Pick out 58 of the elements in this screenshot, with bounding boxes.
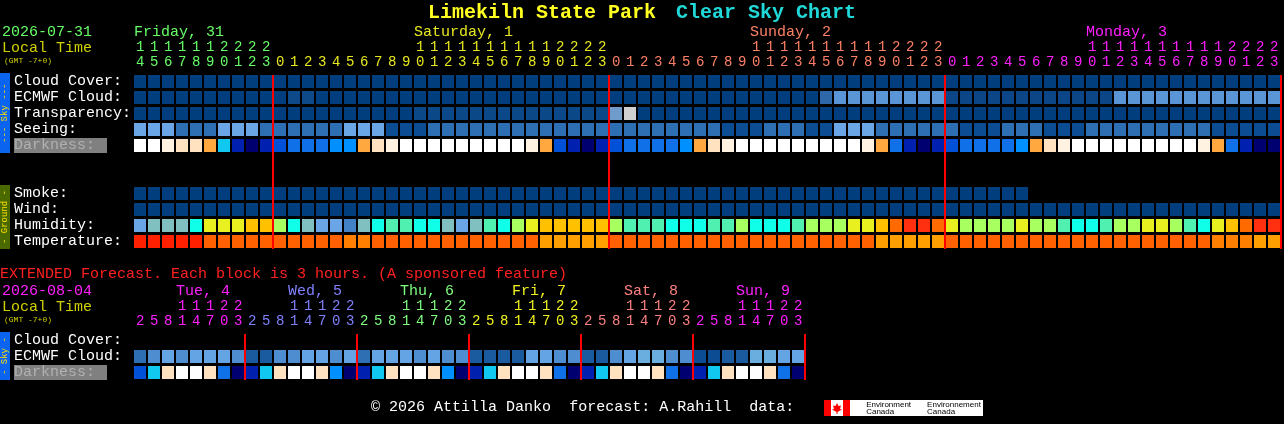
credit-text: © 2026 Attilla Danko forecast: A.Rahill data: bbox=[371, 400, 795, 416]
hour-label: 25814703 bbox=[135, 314, 248, 329]
logo-text: Environment bbox=[866, 401, 912, 408]
chart-title: Clear Sky Chart bbox=[676, 0, 857, 25]
day-label: Monday, 3 bbox=[1086, 25, 1167, 40]
row-label: Cloud Cover: bbox=[14, 332, 123, 348]
local-time-label: Local Time bbox=[2, 41, 92, 56]
extended-forecast-note: EXTENDED Forecast. Each block is 3 hours. (A sponsored feature) bbox=[0, 267, 568, 284]
hour-label: 25814703 bbox=[583, 314, 696, 329]
local-time-label: Local Time bbox=[2, 300, 92, 315]
flag-icon bbox=[824, 400, 851, 416]
site-title: Limekiln State Park bbox=[427, 0, 656, 25]
hour-label: 25814703 bbox=[695, 314, 808, 329]
logo-text: Canada bbox=[927, 408, 957, 415]
row-label: ECMWF Cloud: bbox=[14, 348, 123, 364]
row-label: Temperature: bbox=[14, 233, 123, 249]
timezone-label: (GMT -7+0) bbox=[3, 56, 52, 66]
day-label: Sun, 9 bbox=[736, 284, 790, 299]
hour-label: 012345678901234567890123 bbox=[947, 55, 1284, 70]
row-label: Wind: bbox=[14, 201, 59, 217]
hour-tens-label: 11122 bbox=[401, 299, 472, 314]
section-label: - Sky - bbox=[0, 332, 10, 380]
day-label: Sunday, 2 bbox=[750, 25, 831, 40]
logo-text: Environnement bbox=[927, 401, 981, 408]
day-label: Tue, 4 bbox=[176, 284, 230, 299]
section-label: --- Sky --- bbox=[0, 73, 10, 153]
hour-label: 4567890123 bbox=[135, 55, 276, 70]
day-label: Friday, 31 bbox=[134, 25, 224, 40]
hour-label: 012345678901234567890123 bbox=[611, 55, 949, 70]
row-label: Transparency: bbox=[14, 105, 132, 121]
day-label: Wed, 5 bbox=[288, 284, 342, 299]
hour-tens-label: 11111111112222 bbox=[1087, 40, 1284, 55]
hour-tens-label: 11111111112222 bbox=[751, 40, 949, 55]
hour-tens-label: 11111111112222 bbox=[415, 40, 613, 55]
row-label: ECMWF Cloud: bbox=[14, 89, 123, 105]
day-label: Thu, 6 bbox=[400, 284, 454, 299]
hour-label: 25814703 bbox=[359, 314, 472, 329]
day-label: Fri, 7 bbox=[512, 284, 566, 299]
hour-label: 012345678901234567890123 bbox=[275, 55, 613, 70]
hour-tens-label: 11122 bbox=[737, 299, 808, 314]
row-label: Cloud Cover: bbox=[14, 73, 123, 89]
hour-tens-label: 11122 bbox=[289, 299, 360, 314]
hour-label: 25814703 bbox=[247, 314, 360, 329]
row-label: Smoke: bbox=[14, 185, 68, 201]
section-label: - Ground - bbox=[0, 185, 10, 249]
hour-tens-label: 11122 bbox=[513, 299, 584, 314]
date-label: 2026-08-04 bbox=[2, 284, 92, 300]
row-label: Seeing: bbox=[14, 121, 77, 137]
logo-text: Canada bbox=[866, 408, 896, 415]
timezone-label: (GMT -7+0) bbox=[3, 315, 52, 325]
day-label: Sat, 8 bbox=[624, 284, 678, 299]
hour-tens-label: 11122 bbox=[177, 299, 248, 314]
hour-tens-label: 11122 bbox=[625, 299, 696, 314]
row-label: Humidity: bbox=[14, 217, 95, 233]
hour-tens-label: 1111112222 bbox=[135, 40, 276, 55]
hour-label: 25814703 bbox=[471, 314, 584, 329]
date-label: 2026-07-31 bbox=[2, 25, 92, 41]
day-label: Saturday, 1 bbox=[414, 25, 514, 40]
